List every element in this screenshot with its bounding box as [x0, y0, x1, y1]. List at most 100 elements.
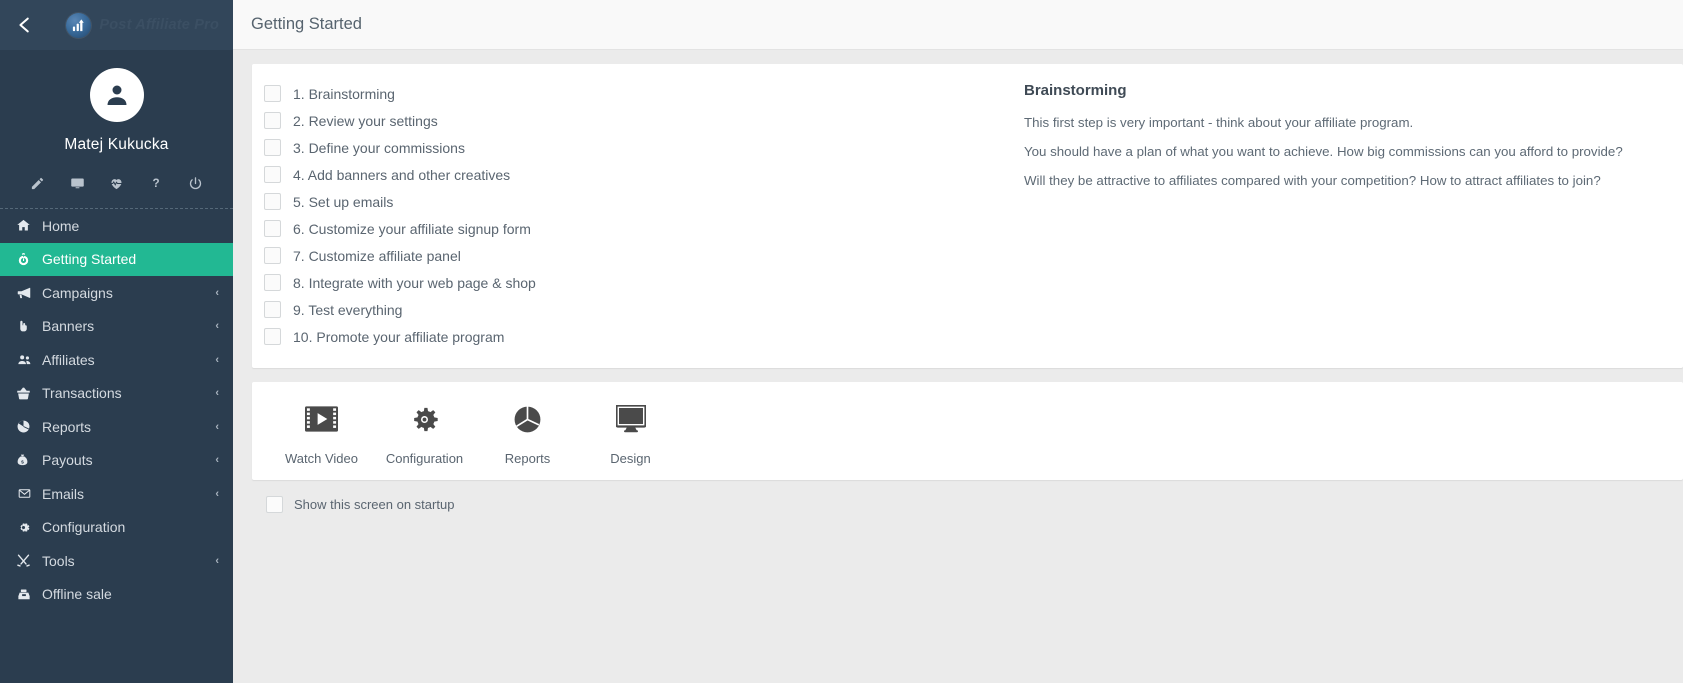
- users-icon: [16, 353, 42, 367]
- question-icon[interactable]: ?: [145, 173, 167, 193]
- cash-register-icon: [16, 587, 42, 602]
- checklist-item-label: 2. Review your settings: [293, 112, 438, 129]
- sidebar-item-banners[interactable]: Banners ‹: [0, 310, 233, 344]
- step-detail: Brainstorming This first step is very im…: [1012, 80, 1623, 350]
- step-detail-title: Brainstorming: [1024, 82, 1127, 99]
- main-area: Getting Started 1. Brainstorming 2. Revi…: [233, 0, 1683, 683]
- tools-icon: [16, 553, 42, 568]
- checklist: 1. Brainstorming 2. Review your settings…: [252, 80, 1012, 350]
- sidebar-menu: Home Getting Started Campaigns ‹ Banners…: [0, 209, 233, 683]
- checklist-item[interactable]: 8. Integrate with your web page & shop: [264, 269, 1012, 296]
- checklist-item-label: 10. Promote your affiliate program: [293, 328, 505, 345]
- sidebar-item-reports[interactable]: Reports ‹: [0, 410, 233, 444]
- chevron-left-icon[interactable]: [14, 12, 36, 38]
- sidebar-item-label: Campaigns: [42, 284, 113, 301]
- chevron-icon: ‹: [215, 454, 219, 467]
- checklist-item[interactable]: 6. Customize your affiliate signup form: [264, 215, 1012, 242]
- checkbox[interactable]: [264, 328, 281, 345]
- sidebar-item-affiliates[interactable]: Affiliates ‹: [0, 343, 233, 377]
- checkbox[interactable]: [264, 193, 281, 210]
- checkbox[interactable]: [264, 301, 281, 318]
- shortcut-design[interactable]: Design: [579, 398, 682, 466]
- page-title: Getting Started: [251, 15, 362, 33]
- checkbox[interactable]: [264, 112, 281, 129]
- brand[interactable]: Post Affiliate Pro: [66, 12, 219, 38]
- show-on-startup-checkbox[interactable]: [266, 496, 283, 513]
- shortcut-label: Reports: [504, 451, 551, 466]
- getting-started-panel: 1. Brainstorming 2. Review your settings…: [252, 64, 1683, 368]
- gear-icon: [16, 520, 42, 535]
- user-avatar-icon[interactable]: [89, 68, 144, 122]
- shortcut-configuration[interactable]: Configuration: [373, 398, 476, 466]
- heartbeat-icon[interactable]: [105, 173, 127, 193]
- checkbox[interactable]: [264, 247, 281, 264]
- chevron-icon: ‹: [215, 320, 219, 333]
- checklist-item[interactable]: 10. Promote your affiliate program: [264, 323, 1012, 350]
- chevron-icon: ‹: [215, 554, 219, 567]
- sidebar-item-label: Reports: [42, 418, 92, 435]
- money-bag-icon: $: [16, 452, 42, 468]
- checklist-item[interactable]: 1. Brainstorming: [264, 80, 1012, 107]
- shortcut-label: Configuration: [385, 451, 464, 466]
- home-icon: [16, 218, 42, 233]
- sidebar-item-getting-started[interactable]: Getting Started: [0, 242, 233, 276]
- basket-icon: [16, 386, 42, 401]
- film-play-icon: [305, 398, 338, 440]
- app-root: Post Affiliate Pro Matej Kukucka ? Home …: [0, 0, 1683, 683]
- checkbox[interactable]: [264, 139, 281, 156]
- checkbox[interactable]: [264, 166, 281, 183]
- sidebar-item-label: Payouts: [42, 452, 93, 469]
- megaphone-icon: [16, 285, 42, 300]
- checkbox[interactable]: [264, 85, 281, 102]
- chevron-icon: ‹: [215, 420, 219, 433]
- sidebar-item-label: Affiliates: [42, 351, 95, 368]
- sidebar-profile: Matej Kukucka ?: [0, 50, 233, 209]
- power-icon[interactable]: [184, 173, 206, 193]
- shortcut-watch-video[interactable]: Watch Video: [270, 398, 373, 466]
- show-on-startup-row[interactable]: Show this screen on startup: [252, 496, 1683, 513]
- sidebar-item-configuration[interactable]: Configuration: [0, 511, 233, 545]
- top-bar: Getting Started: [233, 0, 1683, 50]
- rocket-icon: [16, 252, 42, 267]
- sidebar-header: Post Affiliate Pro: [0, 0, 233, 50]
- user-name: Matej Kukucka: [64, 136, 169, 153]
- shortcut-label: Design: [610, 451, 651, 466]
- svg-text:$: $: [21, 460, 24, 466]
- checklist-item-label: 8. Integrate with your web page & shop: [293, 274, 536, 291]
- step-detail-paragraph: This first step is very important - thin…: [1024, 115, 1414, 130]
- sidebar-item-label: Home: [42, 217, 80, 234]
- checklist-item[interactable]: 3. Define your commissions: [264, 134, 1012, 161]
- content-area: 1. Brainstorming 2. Review your settings…: [233, 50, 1683, 683]
- shortcut-reports[interactable]: Reports: [476, 398, 579, 466]
- sidebar-item-label: Configuration: [42, 519, 126, 536]
- sidebar-item-payouts[interactable]: $ Payouts ‹: [0, 444, 233, 478]
- sidebar-item-transactions[interactable]: Transactions ‹: [0, 377, 233, 411]
- desktop-monitor-icon: [615, 398, 646, 440]
- chevron-icon: ‹: [215, 387, 219, 400]
- checkbox[interactable]: [264, 220, 281, 237]
- checklist-item[interactable]: 5. Set up emails: [264, 188, 1012, 215]
- checkbox[interactable]: [264, 274, 281, 291]
- brand-name: Post Affiliate Pro: [99, 17, 219, 33]
- checklist-item[interactable]: 9. Test everything: [264, 296, 1012, 323]
- sidebar-item-emails[interactable]: Emails ‹: [0, 477, 233, 511]
- checklist-item[interactable]: 2. Review your settings: [264, 107, 1012, 134]
- sidebar: Post Affiliate Pro Matej Kukucka ? Home …: [0, 0, 233, 683]
- checklist-item[interactable]: 7. Customize affiliate panel: [264, 242, 1012, 269]
- gear-icon: [409, 398, 440, 440]
- chevron-icon: ‹: [215, 286, 219, 299]
- bar-chart-logo-icon: [66, 12, 92, 38]
- edit-icon[interactable]: [27, 173, 49, 193]
- sidebar-item-offline-sale[interactable]: Offline sale: [0, 578, 233, 612]
- sidebar-item-home[interactable]: Home: [0, 209, 233, 243]
- sidebar-item-tools[interactable]: Tools ‹: [0, 544, 233, 578]
- checklist-item[interactable]: 4. Add banners and other creatives: [264, 161, 1012, 188]
- desktop-icon[interactable]: [66, 173, 88, 193]
- sidebar-item-label: Offline sale: [42, 586, 112, 603]
- checklist-item-label: 3. Define your commissions: [293, 139, 465, 156]
- sidebar-item-label: Getting Started: [42, 251, 137, 268]
- checklist-item-label: 1. Brainstorming: [293, 85, 395, 102]
- envelope-icon: [16, 487, 42, 500]
- sidebar-item-campaigns[interactable]: Campaigns ‹: [0, 276, 233, 310]
- step-detail-paragraph: Will they be attractive to affiliates co…: [1024, 173, 1601, 188]
